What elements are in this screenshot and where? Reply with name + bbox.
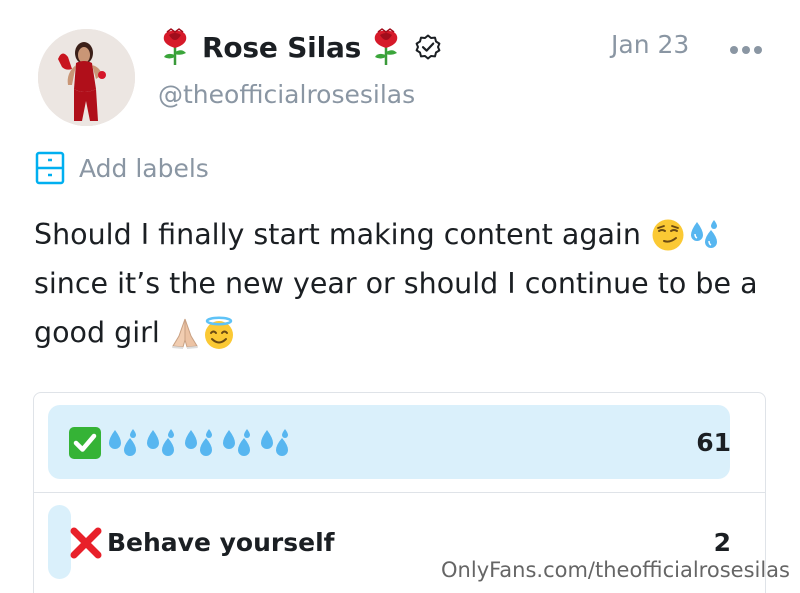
post-text-line: good girl <box>34 308 774 357</box>
poll-option-count: 61 <box>696 428 731 457</box>
post-text-line-2: since it’s the new year or should I cont… <box>34 267 758 300</box>
post-text-line: Should I finally start making content ag… <box>34 210 774 259</box>
cross-mark-icon <box>68 525 104 561</box>
add-labels-button[interactable]: Add labels <box>34 150 209 186</box>
sweat-droplets-icon <box>687 218 721 252</box>
author-name-row[interactable]: Rose Silas <box>158 26 441 68</box>
poll-option-label <box>68 393 295 492</box>
sweat-droplets-icon <box>219 428 255 458</box>
post-text: Should I finally start making content ag… <box>34 210 774 357</box>
folded-hands-icon <box>168 316 202 350</box>
sweat-droplets-icon <box>181 428 217 458</box>
verified-badge-icon <box>415 34 441 60</box>
post-card: Rose Silas @theofficialrosesilas Jan 23 <box>0 0 800 593</box>
sweat-droplets-icon <box>143 428 179 458</box>
author-handle[interactable]: @theofficialrosesilas <box>158 80 415 109</box>
labels-icon <box>34 150 66 186</box>
sweat-droplets-icon <box>257 428 293 458</box>
add-labels-label: Add labels <box>79 153 209 183</box>
check-mark-button-icon <box>68 426 102 460</box>
post-text-line: since it’s the new year or should I cont… <box>34 259 774 308</box>
poll-option-1[interactable]: 61 <box>34 393 765 492</box>
post-text-line-3: good girl <box>34 316 160 349</box>
avatar-image <box>38 29 135 126</box>
avatar[interactable] <box>38 29 135 126</box>
watermark: OnlyFans.com/theofficialrosesilas <box>441 558 790 582</box>
post-text-line-1: Should I finally start making content ag… <box>34 218 641 251</box>
smiling-face-with-halo-icon <box>202 316 236 350</box>
poll-option-label: Behave yourself <box>68 493 335 592</box>
sweat-droplets-icon <box>105 428 141 458</box>
poll-option-text: Behave yourself <box>107 528 335 557</box>
rose-icon <box>369 28 403 66</box>
post-date: Jan 23 <box>611 30 690 59</box>
rose-icon <box>158 28 192 66</box>
more-dots-icon[interactable] <box>726 34 766 64</box>
display-name[interactable]: Rose Silas <box>202 31 361 64</box>
smirking-face-icon <box>651 218 685 252</box>
